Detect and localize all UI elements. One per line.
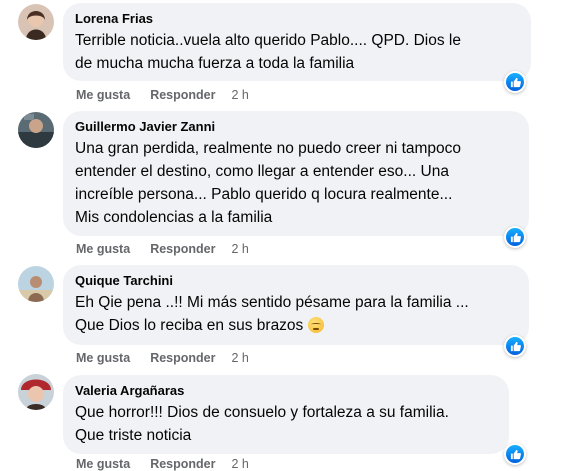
avatar[interactable] [18, 4, 54, 40]
comment-text: Eh Qie pena ..!! Mi más sentido pésame p… [75, 291, 517, 337]
comment-bubble: Guillermo Javier Zanni Una gran perdida,… [63, 111, 529, 236]
comment-timestamp[interactable]: 2 h [231, 457, 248, 471]
comment-timestamp[interactable]: 2 h [231, 242, 248, 256]
pensive-face-emoji-icon [307, 317, 324, 333]
comment-text: Una gran perdida, realmente no puedo cre… [75, 140, 462, 226]
like-button[interactable]: Me gusta [76, 242, 130, 256]
comment-actions: Me gusta Responder 2 h [76, 457, 249, 471]
comment-bubble: Valeria Argañaras Que horror!!! Dios de … [63, 375, 509, 454]
comment-text: Terrible noticia..vuela alto querido Pab… [75, 32, 461, 72]
reply-button[interactable]: Responder [150, 242, 215, 256]
comment-bubble: Lorena Frias Terrible noticia..vuela alt… [63, 3, 531, 81]
comment-actions: Me gusta Responder 2 h [76, 351, 249, 365]
like-reaction-icon[interactable] [504, 226, 526, 248]
comment-author[interactable]: Quique Tarchini [75, 273, 517, 289]
avatar[interactable] [18, 266, 54, 302]
like-button[interactable]: Me gusta [76, 351, 130, 365]
comment-bubble: Quique Tarchini Eh Qie pena ..!! Mi más … [63, 265, 529, 345]
comment-timestamp[interactable]: 2 h [231, 351, 248, 365]
reply-button[interactable]: Responder [150, 457, 215, 471]
like-button[interactable]: Me gusta [76, 88, 130, 102]
like-button[interactable]: Me gusta [76, 457, 130, 471]
reply-button[interactable]: Responder [150, 88, 215, 102]
avatar[interactable] [18, 374, 54, 410]
comment-text-line: Eh Qie pena ..!! Mi más sentido pésame p… [75, 294, 469, 311]
reply-button[interactable]: Responder [150, 351, 215, 365]
comment-actions: Me gusta Responder 2 h [76, 88, 249, 102]
comment-timestamp[interactable]: 2 h [231, 88, 248, 102]
comment-actions: Me gusta Responder 2 h [76, 242, 249, 256]
like-reaction-icon[interactable] [504, 335, 526, 357]
comment-author[interactable]: Guillermo Javier Zanni [75, 119, 517, 135]
avatar[interactable] [18, 112, 54, 148]
like-reaction-icon[interactable] [504, 71, 526, 93]
comment-text: Que horror!!! Dios de consuelo y fortale… [75, 404, 449, 444]
comment-author[interactable]: Valeria Argañaras [75, 383, 497, 399]
like-reaction-icon[interactable] [504, 443, 526, 465]
comment-author[interactable]: Lorena Frias [75, 11, 519, 27]
comment-text-line: Que Dios lo reciba en sus brazos [75, 317, 304, 334]
